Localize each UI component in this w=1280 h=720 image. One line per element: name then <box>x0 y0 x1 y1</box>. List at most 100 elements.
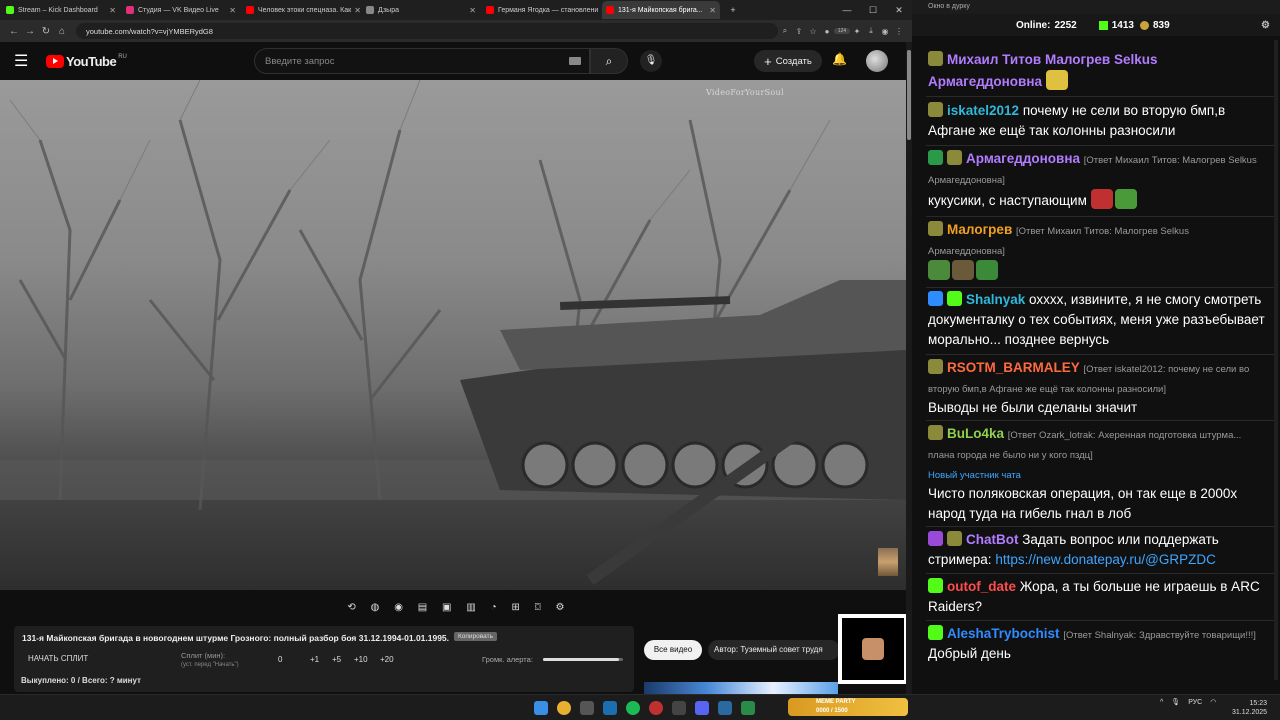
chrome-icon[interactable] <box>557 701 571 715</box>
youtube-logo[interactable]: YouTube RU <box>46 54 127 69</box>
increment-button[interactable]: +10 <box>354 655 368 664</box>
youtube-icon <box>486 6 494 14</box>
chevron-up-icon[interactable]: ^ <box>1160 699 1163 706</box>
copy-badge[interactable]: Копировать <box>454 632 497 641</box>
close-tab-icon[interactable]: ✕ <box>466 6 476 15</box>
youtube-icon <box>606 6 614 14</box>
increment-button[interactable]: +20 <box>380 655 394 664</box>
gear-icon[interactable]: ⚙ <box>1261 20 1270 31</box>
zoom-icon[interactable]: ⌕ <box>778 26 792 36</box>
increment-button[interactable]: +1 <box>310 655 319 664</box>
chat-divider <box>926 420 1274 421</box>
browser-tab[interactable]: Дзыра ✕ <box>362 1 480 19</box>
close-tab-icon[interactable]: ✕ <box>598 6 600 15</box>
keyboard-icon[interactable] <box>569 57 581 65</box>
app-icon[interactable] <box>718 701 732 715</box>
extension-icon[interactable]: ● <box>820 27 834 36</box>
close-tab-icon[interactable]: ✕ <box>106 6 116 15</box>
video-player[interactable]: VideoForYourSoul <box>0 80 906 590</box>
menu-icon[interactable]: ⋮ <box>892 27 906 36</box>
files-icon[interactable] <box>580 701 594 715</box>
maximize-button[interactable]: ☐ <box>860 5 886 16</box>
spotify-icon[interactable] <box>626 701 640 715</box>
mic-icon[interactable]: 🎙 <box>640 50 662 72</box>
reload-icon[interactable]: ↻ <box>38 26 54 37</box>
online-count: 2252 <box>1054 19 1077 31</box>
chat-divider <box>926 573 1274 574</box>
extension-badge[interactable]: 124 <box>834 28 850 34</box>
chat-divider <box>926 145 1274 146</box>
audio-icon[interactable]: ◍ <box>371 602 380 613</box>
profile-icon[interactable]: ◉ <box>878 27 892 36</box>
forward-icon[interactable]: → <box>22 26 38 37</box>
search-input[interactable]: Введите запрос <box>254 48 590 74</box>
speed-icon[interactable]: ◔ <box>491 602 497 613</box>
start-icon[interactable] <box>534 701 548 715</box>
recommended-thumbnail[interactable] <box>644 682 838 694</box>
loop-icon[interactable]: ⟲ <box>347 602 355 613</box>
download-icon[interactable]: ⤓ <box>864 26 878 36</box>
lang-indicator[interactable]: РУС <box>1188 699 1202 706</box>
video-title: 131-я Майкопская бригада в новогоднем шт… <box>22 633 450 643</box>
browser-tab[interactable]: Студия — VK Видео Live ✕ <box>122 1 240 19</box>
settings-icon[interactable]: ⚙ <box>556 602 565 613</box>
badge-icon <box>928 221 943 236</box>
chat-divider <box>926 216 1274 217</box>
wifi-icon[interactable]: ◠ <box>1210 698 1216 706</box>
badge-icon <box>947 150 962 165</box>
app-icon[interactable] <box>672 701 686 715</box>
app-icon[interactable] <box>649 701 663 715</box>
add-clip-icon[interactable]: ⊞ <box>511 602 519 613</box>
layout-icon[interactable]: ▥ <box>466 602 475 613</box>
close-tab-icon[interactable]: ✕ <box>226 6 236 15</box>
mini-thumbnail <box>878 548 898 576</box>
kick-icon <box>6 6 14 14</box>
chat-message: Shalnyak охххх, извините, я не смогу смо… <box>928 291 1265 347</box>
steam-icon[interactable] <box>603 701 617 715</box>
bell-icon[interactable]: 🔔 <box>832 52 847 66</box>
mic-icon[interactable]: 🎙 <box>1171 698 1180 706</box>
split-value-input[interactable]: 0 <box>278 655 282 664</box>
share-icon[interactable]: ⇪ <box>792 27 806 36</box>
close-tab-icon[interactable]: ✕ <box>351 6 360 15</box>
bookmark-icon[interactable]: ☆ <box>806 27 820 36</box>
close-window-button[interactable]: ✕ <box>886 5 912 16</box>
kick-icon <box>1098 20 1108 30</box>
gold-icon <box>1139 20 1149 30</box>
donate-link[interactable]: https://new.donatepay.ru/@GRPZDC <box>995 552 1216 567</box>
close-tab-icon[interactable]: ✕ <box>706 6 716 15</box>
discord-icon[interactable] <box>695 701 709 715</box>
all-videos-chip[interactable]: Все видео <box>644 640 702 660</box>
hamburger-menu-icon[interactable]: ☰ <box>14 51 38 71</box>
screenshot-icon[interactable]: ⌼ <box>535 602 541 613</box>
clapper-icon[interactable]: ▤ <box>418 602 427 613</box>
emote-icon <box>952 260 974 280</box>
back-icon[interactable]: ← <box>6 26 22 37</box>
kick-icon <box>947 291 962 306</box>
home-icon[interactable]: ⌂ <box>54 26 70 37</box>
avatar[interactable] <box>866 50 888 72</box>
create-button[interactable]: + Создать <box>754 50 822 72</box>
eye-icon[interactable]: ◉ <box>394 602 403 613</box>
new-tab-button[interactable]: + <box>720 5 746 15</box>
author-chip[interactable]: Автор: Туземный совет трудя <box>708 640 840 660</box>
app-icon[interactable] <box>741 701 755 715</box>
split-label: Сплит (мин): <box>181 651 226 660</box>
clock[interactable]: 15:23 31.12.2025 <box>1232 699 1267 717</box>
search-button[interactable]: ⌕ <box>590 48 628 74</box>
scrollbar-thumb[interactable] <box>907 50 911 140</box>
browser-tab[interactable]: Германя Ягодка — становлени✕ <box>482 1 600 19</box>
emote-icon <box>1090 189 1113 209</box>
emote-icon <box>1114 189 1137 209</box>
browser-tab[interactable]: Stream – Kick Dashboard ✕ <box>2 1 120 19</box>
pip-icon[interactable]: ▣ <box>442 602 451 613</box>
alert-volume-slider[interactable] <box>543 658 623 661</box>
browser-tab[interactable]: Человек этоки спецназа. Как ✕ <box>242 1 360 19</box>
browser-tab-active[interactable]: 131-я Майкопская брига... ✕ <box>602 1 720 19</box>
start-split-button[interactable]: НАЧАТЬ СПЛИТ <box>28 654 88 663</box>
url-field[interactable]: youtube.com/watch?v=vjYMBERydG8 <box>76 23 778 39</box>
chat-scrollbar[interactable] <box>1274 40 1278 680</box>
minimize-button[interactable]: — <box>834 5 860 15</box>
increment-button[interactable]: +5 <box>332 655 341 664</box>
puzzle-icon[interactable]: ✦ <box>850 27 864 36</box>
